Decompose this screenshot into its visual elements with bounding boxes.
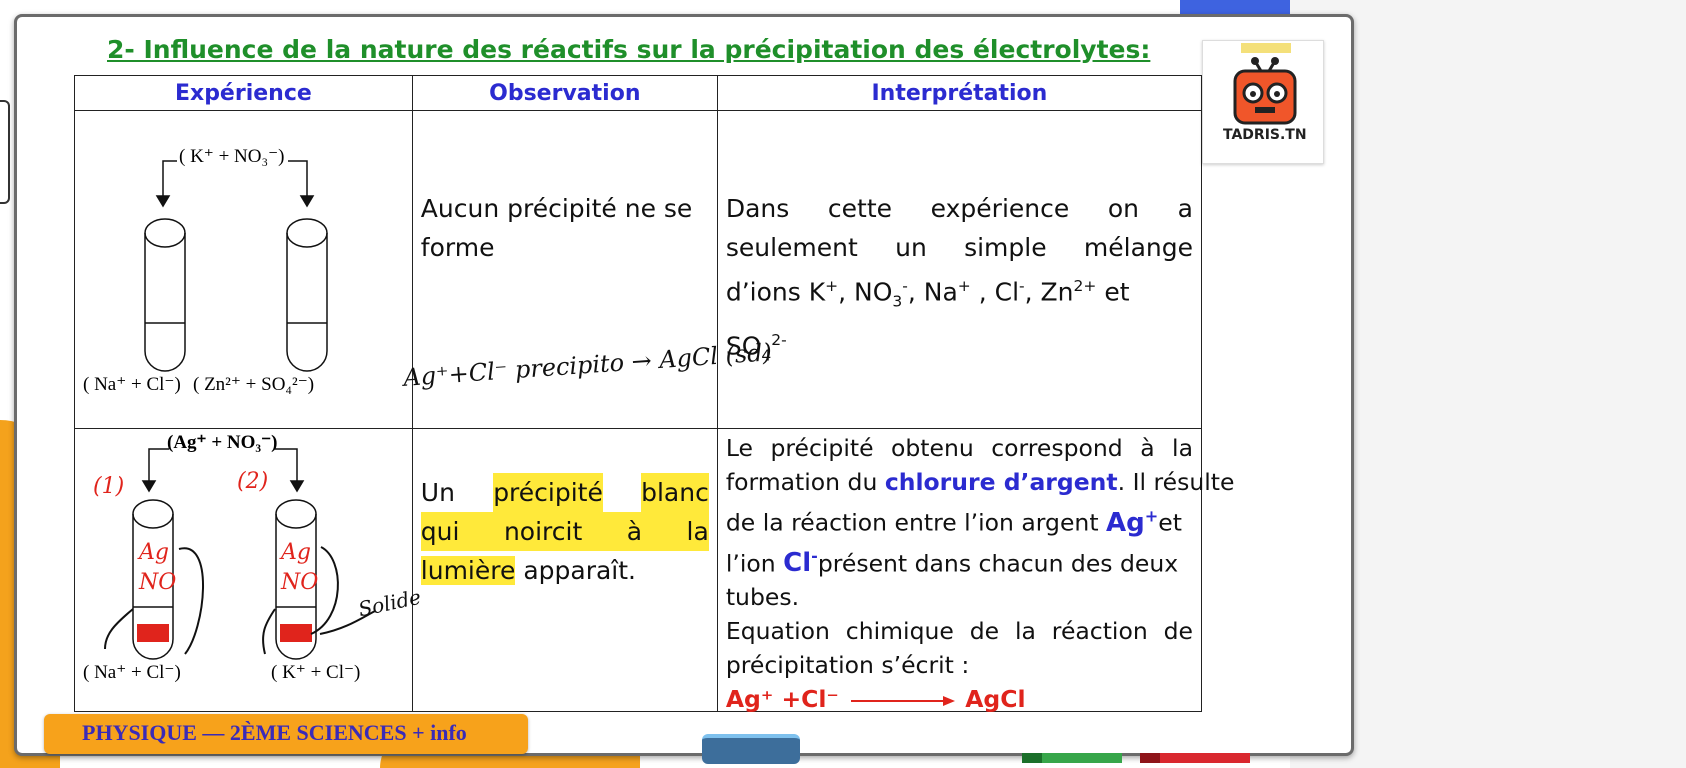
header-experience: Expérience [74,75,413,111]
course-banner-text: PHYSIQUE — 2ÈME SCIENCES + info [82,720,467,745]
tube-1-label: (1) [93,474,125,499]
row2-bottom-left-label: ( Na⁺ + Cl⁻) [83,662,181,683]
row2-observation-cell: Un précipité blanc qui noircit à la lumière a… [411,428,718,712]
row2-interpretation-text: Le précipité obtenu correspond à la form… [725,434,1235,714]
equation-right: AgCl [965,685,1026,714]
course-banner: PHYSIQUE — 2ÈME SCIENCES + info [44,714,528,754]
row1-interpretation-cell: Dans cette expérience on a seulement un … [716,110,1203,429]
row1-observation-cell: Aucun précipité ne se forme Ag⁺+Cl⁻ prec… [402,110,773,429]
row2-observation-text: Un précipité blanc qui noircit à la lumière a… [420,473,709,590]
row1-bottom-right-label: ( Zn²⁺ + SO₄²⁻) [193,374,315,395]
row1-bottom-left-label: ( Na⁺ + Cl⁻) [83,374,181,395]
svg-text:NO: NO [138,570,176,595]
lesson-title: 2- Influence de la nature des réactifs s… [107,35,1151,64]
svg-text:Ag: Ag [137,540,169,565]
row1-interpretation-text: Dans cette expérience on a seulement un … [725,194,1193,365]
svg-text:Ag: Ag [279,540,311,565]
tube-2-label: (2) [237,469,269,494]
row2-experience-cell: Ag NO Ag NO (Ag⁺ + NO₃⁻) (1) (2) Solide … [74,428,423,712]
row1-observation-text: Aucun précipité ne se forme [420,194,693,262]
header-observation: Observation [411,75,718,111]
row1-top-label: ( K⁺ + NO₃⁻) [179,146,285,167]
row2-bottom-right-label: ( K⁺ + Cl⁻) [271,662,361,683]
horizontal-scroll-handle[interactable] [702,734,800,764]
whiteboard: 2- Influence de la nature des réactifs s… [14,14,1354,764]
side-panel-tab[interactable] [0,100,10,204]
equation-arrow [851,695,956,706]
row1-experience-cell: ( K⁺ + NO₃⁻) ( Na⁺ + Cl⁻) ( Zn²⁺ + SO₄²⁻… [74,110,413,429]
row2-interpretation-cell: Le précipité obtenu correspond à la form… [716,428,1234,713]
header-interpretation: Interprétation [716,75,1203,111]
equation-left: Ag⁺ +Cl⁻ [725,685,839,714]
tadris-logo: TADRIS.TN [1202,40,1324,164]
logo-text: TADRIS.TN [1223,127,1307,143]
row2-top-label: (Ag⁺ + NO₃⁻) [167,432,278,453]
pen-tools[interactable] [1022,750,1254,766]
mascot-icon [1233,43,1297,125]
experiment-table: Expérience Observation Interprétation (… [74,75,1234,713]
svg-text:NO: NO [280,570,318,595]
